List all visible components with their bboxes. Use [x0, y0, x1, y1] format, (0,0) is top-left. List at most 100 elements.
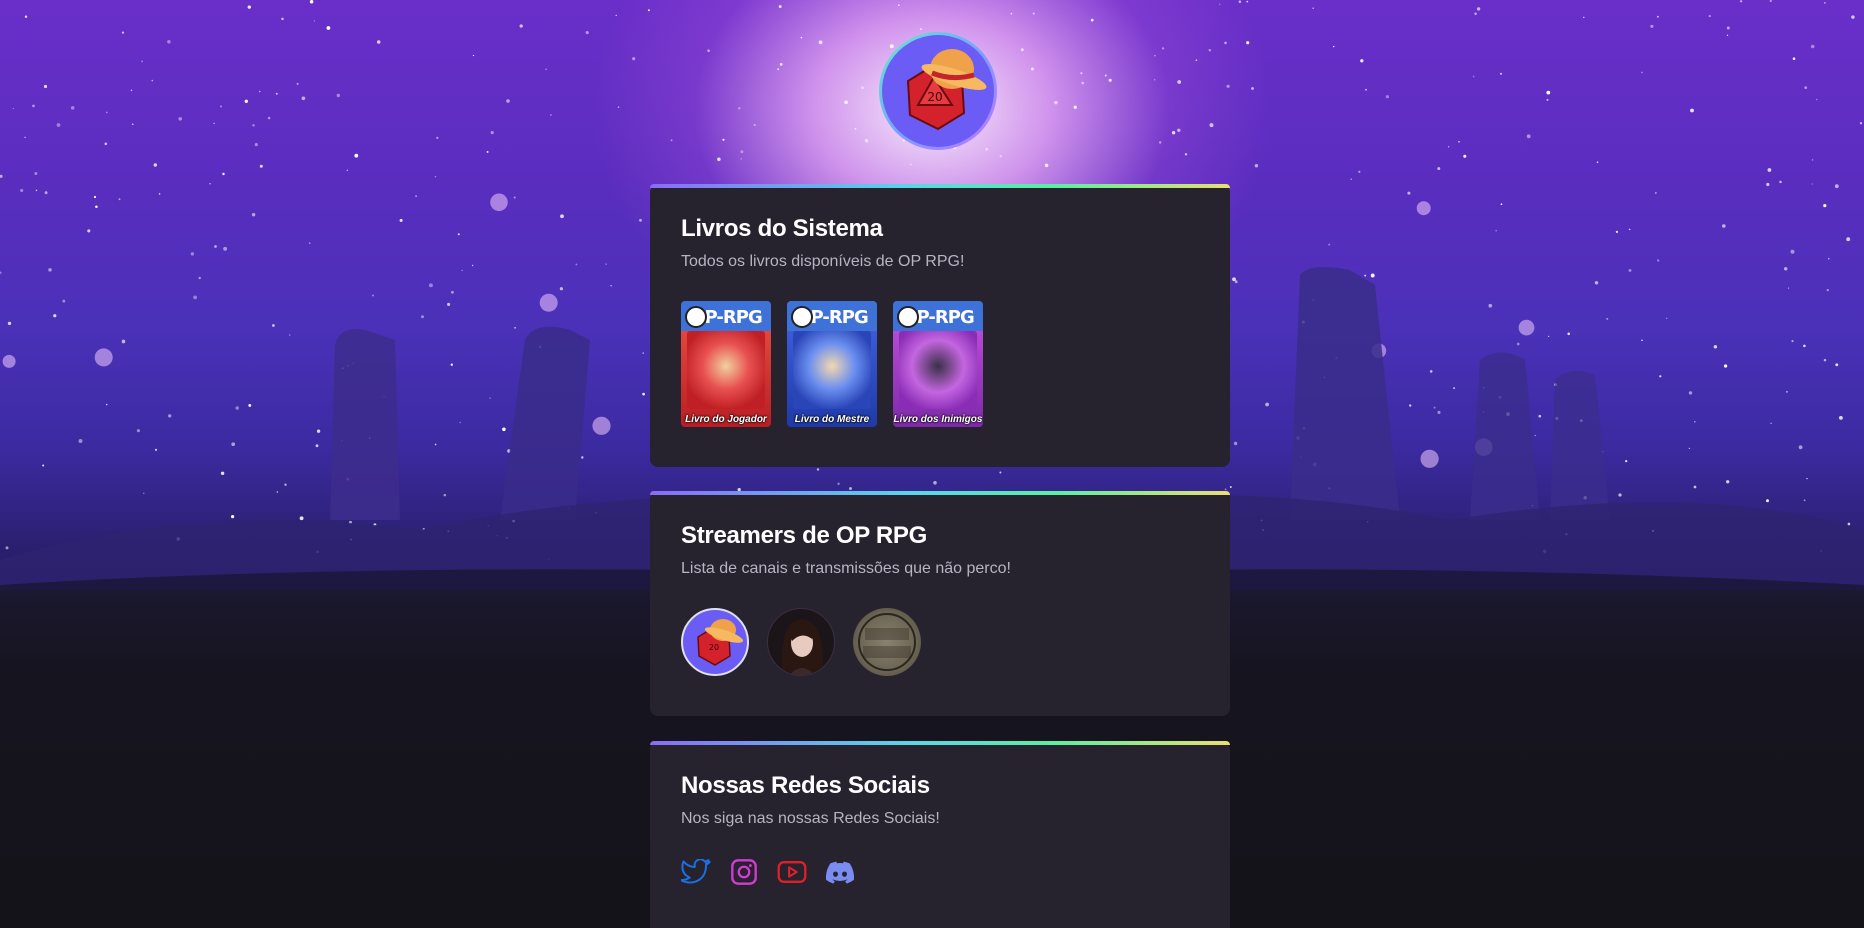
- star: [1350, 178, 1352, 180]
- star: [707, 49, 710, 53]
- star: [1495, 230, 1497, 232]
- star: [7, 321, 12, 326]
- book-livro-do-jogador[interactable]: OP-RPG Livro do Jogador: [681, 301, 771, 427]
- star: [1792, 57, 1796, 60]
- star: [1824, 2, 1826, 4]
- star: [1364, 274, 1367, 277]
- socials-title: Nossas Redes Sociais: [681, 772, 930, 799]
- star: [214, 245, 217, 248]
- star: [78, 439, 83, 443]
- star: [1739, 0, 1743, 3]
- star: [1798, 445, 1803, 450]
- star: [1407, 191, 1411, 195]
- star: [1583, 16, 1585, 19]
- discord-icon: [825, 861, 855, 884]
- star: [933, 481, 937, 485]
- star: [121, 31, 125, 34]
- star: [1177, 80, 1182, 84]
- star: [251, 212, 256, 217]
- star: [252, 124, 255, 127]
- star: [738, 107, 741, 110]
- star: [434, 443, 437, 446]
- star: [296, 82, 299, 85]
- instagram-icon: [731, 859, 757, 885]
- star: [428, 283, 433, 288]
- star: [1766, 182, 1770, 187]
- star: [24, 136, 26, 139]
- star: [1108, 78, 1112, 82]
- star: [1847, 522, 1851, 526]
- glow-orb: [2, 354, 16, 368]
- star: [1360, 59, 1364, 63]
- star: [43, 84, 48, 89]
- star: [1265, 402, 1269, 407]
- star: [371, 294, 375, 297]
- star: [308, 242, 311, 245]
- skull-icon: [897, 306, 919, 328]
- star: [1657, 259, 1660, 262]
- streamer-rolle-de-taverna-avatar[interactable]: [853, 608, 921, 676]
- streamers-list: 20: [681, 608, 1199, 676]
- star: [919, 28, 922, 31]
- star: [1787, 287, 1790, 289]
- star: [816, 468, 820, 471]
- twitter-link[interactable]: [681, 857, 711, 887]
- star: [854, 127, 857, 130]
- socials-list: [681, 857, 1199, 887]
- star: [1708, 15, 1711, 18]
- star: [1690, 108, 1694, 113]
- star: [1811, 159, 1814, 161]
- star: [141, 60, 143, 63]
- star: [326, 26, 331, 30]
- star: [861, 86, 864, 89]
- star: [490, 130, 494, 135]
- star: [32, 104, 35, 108]
- discord-link[interactable]: [825, 857, 855, 887]
- socials-subtitle: Nos siga nas nossas Redes Sociais!: [681, 810, 940, 827]
- star: [1090, 18, 1094, 22]
- star: [105, 111, 108, 114]
- book-livro-dos-inimigos[interactable]: OP-RPG Livro dos Inimigos: [893, 301, 983, 427]
- star: [1726, 480, 1730, 484]
- star: [1365, 88, 1367, 91]
- star: [130, 89, 133, 92]
- star: [519, 24, 523, 28]
- star: [1823, 203, 1827, 208]
- star: [220, 471, 225, 476]
- star: [1823, 358, 1827, 362]
- star: [844, 100, 848, 105]
- instagram-link[interactable]: [729, 857, 759, 887]
- star: [436, 136, 439, 140]
- book-label: Livro dos Inimigos: [893, 414, 983, 425]
- star: [1615, 230, 1619, 234]
- star: [1233, 441, 1238, 446]
- star: [1333, 45, 1335, 48]
- star: [1500, 203, 1503, 206]
- star: [167, 40, 171, 44]
- star: [12, 107, 15, 110]
- star: [1713, 345, 1718, 349]
- star: [999, 471, 1002, 474]
- youtube-link[interactable]: [777, 857, 807, 887]
- star: [1474, 12, 1477, 15]
- star: [1779, 180, 1782, 184]
- star: [1081, 81, 1085, 85]
- book-livro-do-mestre[interactable]: OP-RPG Livro do Mestre: [787, 301, 877, 427]
- star: [461, 269, 463, 272]
- star: [450, 363, 453, 366]
- star: [259, 164, 263, 168]
- streamer-dice-avatar[interactable]: 20: [681, 608, 749, 676]
- star: [42, 464, 45, 467]
- streamer-person-avatar[interactable]: [767, 608, 835, 676]
- star: [1665, 317, 1668, 320]
- star: [642, 352, 644, 354]
- rolle-de-taverna-avatar-icon: [858, 613, 916, 671]
- star: [447, 302, 451, 306]
- star: [131, 123, 134, 126]
- star: [1846, 237, 1851, 242]
- star: [777, 68, 780, 71]
- star: [1246, 41, 1250, 45]
- dice-avatar-icon: 20: [697, 619, 744, 666]
- books-card: Livros do Sistema Todos os livros dispon…: [650, 184, 1230, 467]
- glow-orb: [490, 193, 508, 212]
